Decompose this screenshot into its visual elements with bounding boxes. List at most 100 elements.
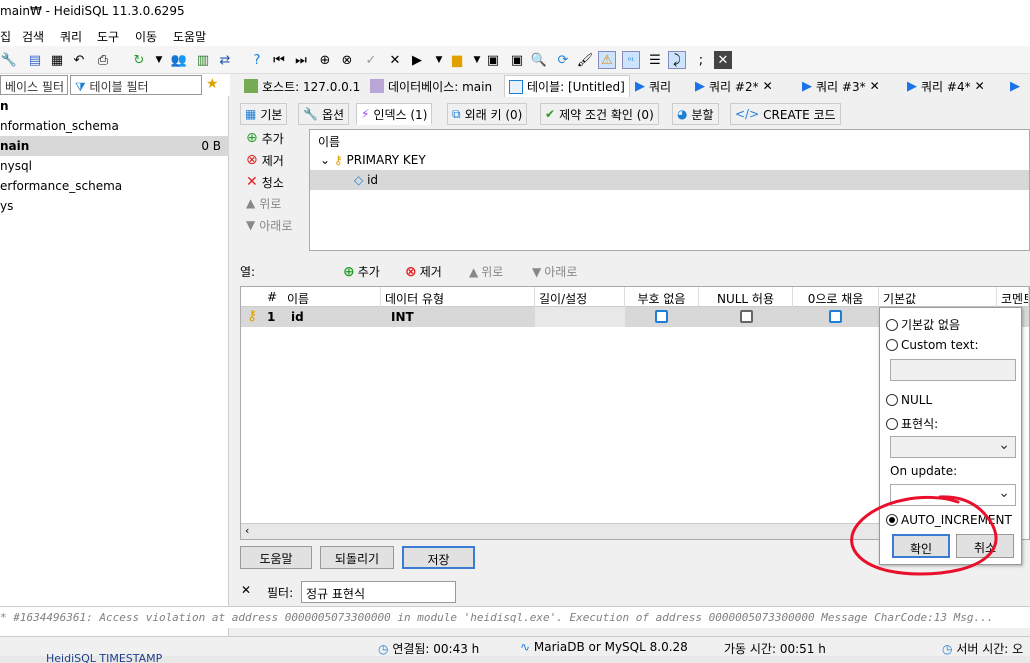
tab-query-3[interactable]: ▶ 쿼리 #3* ✕ (798, 75, 884, 97)
index-remove-button[interactable]: ⊗ 제거 (246, 150, 284, 170)
warning-icon[interactable]: ⚠ (598, 51, 616, 69)
header-zerofill[interactable]: 0으로 채움 (793, 287, 879, 307)
run-icon[interactable]: ▶ (408, 51, 426, 69)
header-number[interactable]: # (263, 287, 283, 307)
save-icon[interactable]: ▣ (484, 51, 502, 69)
help-button[interactable]: 도움말 (240, 546, 312, 569)
tree-item-mysql[interactable]: nysql (0, 156, 229, 176)
scroll-left-icon[interactable]: ‹ (245, 524, 249, 537)
connect-icon[interactable]: 🔧 (0, 51, 18, 69)
check-icon[interactable]: ✓ (362, 51, 380, 69)
dropdown-arrow-icon[interactable]: ▼ (150, 51, 168, 69)
menu-query[interactable]: 쿼리 (60, 28, 82, 45)
remove-icon[interactable]: ⊗ (338, 51, 356, 69)
allow-null-checkbox[interactable] (740, 310, 753, 323)
lines-icon[interactable]: ☰ (646, 51, 664, 69)
format-icon[interactable]: 🖌 (576, 51, 594, 69)
header-comment[interactable]: 코멘트 (997, 287, 1029, 307)
cancel-icon[interactable]: ✕ (386, 51, 404, 69)
tab-query-4[interactable]: ▶ 쿼리 #4* ✕ (903, 75, 989, 97)
save-button[interactable]: 저장 (402, 546, 475, 569)
expression-select[interactable]: ⌄ (890, 436, 1016, 458)
index-tree[interactable]: 이름 ⌄ ⚷ PRIMARY KEY ◇ id (309, 129, 1030, 251)
transfer-icon[interactable]: ⇄ (216, 51, 234, 69)
custom-text-input[interactable] (890, 359, 1016, 381)
table-filter-input[interactable]: ⧩ 테이블 필터 (70, 75, 202, 95)
index-up-button[interactable]: ▲ 위로 (246, 193, 281, 213)
first-icon[interactable]: ⏮ (270, 51, 288, 69)
menu-search[interactable]: 검색 (22, 28, 44, 45)
tab-query-2[interactable]: ▶ 쿼리 #2* ✕ (691, 75, 777, 97)
tab-options[interactable]: 🔧 옵션 (298, 103, 350, 125)
header-default[interactable]: 기본값 (879, 287, 997, 307)
star-icon[interactable]: ★ (206, 76, 219, 92)
index-clear-button[interactable]: ✕ 청소 (246, 172, 284, 192)
header-unsigned[interactable]: 부호 없음 (625, 287, 699, 307)
tab-query[interactable]: ▶ 쿼리 (631, 75, 675, 97)
tab-basic[interactable]: ▦ 기본 (240, 103, 288, 125)
radio-no-default[interactable]: 기본값 없음 (886, 316, 960, 333)
tab-partitions[interactable]: ◕ 분할 (672, 103, 719, 125)
column-down-button[interactable]: ▼ 아래로 (532, 263, 577, 280)
column-remove-button[interactable]: ⊗ 제거 (405, 263, 442, 280)
index-primary-key[interactable]: ⌄ ⚷ PRIMARY KEY (310, 150, 1029, 170)
tree-item-information-schema[interactable]: nformation_schema (0, 116, 229, 136)
replace-icon[interactable]: ⟳ (554, 51, 572, 69)
radio-expression[interactable]: 표현식: (886, 415, 938, 432)
index-column-id[interactable]: ◇ id (310, 170, 1029, 190)
export-icon[interactable]: ▥ (194, 51, 212, 69)
radio-null[interactable]: NULL (886, 393, 932, 407)
tab-foreign-keys[interactable]: ⧉ 외래 키 (0) (447, 103, 528, 125)
horizontal-scrollbar[interactable]: ‹ (241, 523, 881, 539)
header-data-type[interactable]: 데이터 유형 (381, 287, 535, 307)
semicolon-icon[interactable]: ; (692, 51, 710, 69)
menu-help[interactable]: 도움말 (173, 28, 206, 45)
tab-database[interactable]: 데이터베이스: main (366, 75, 496, 97)
close-filter-icon[interactable]: ✕ (241, 583, 251, 597)
tab-host[interactable]: 호스트: 127.0.0.1 (240, 75, 364, 97)
tree-item-main[interactable]: nain 0 B (0, 136, 229, 156)
find-icon[interactable]: 🔍 (530, 51, 548, 69)
close-icon[interactable]: ✕ (870, 79, 880, 93)
tab-overflow[interactable]: ▶ (1006, 75, 1024, 97)
close-icon[interactable]: ✕ (975, 79, 985, 93)
header-length[interactable]: 길이/설정 (535, 287, 625, 307)
close-tab-icon[interactable]: ✕ (714, 51, 732, 69)
folder-icon[interactable]: ▆ (448, 51, 466, 69)
column-add-button[interactable]: ⊕ 추가 (343, 263, 380, 280)
tree-item-sys[interactable]: ys (0, 196, 229, 216)
tab-check-constraints[interactable]: ✔ 제약 조건 확인 (0) (540, 103, 659, 125)
menu-tools[interactable]: 도구 (97, 28, 119, 45)
tab-create-code[interactable]: </> CREATE 코드 (730, 103, 841, 125)
add-icon[interactable]: ⊕ (316, 51, 334, 69)
zerofill-checkbox[interactable] (829, 310, 842, 323)
menu-go[interactable]: 이동 (135, 28, 157, 45)
row-data-type[interactable]: INT (387, 307, 418, 327)
last-icon[interactable]: ⏭ (292, 51, 310, 69)
print-icon[interactable]: ⎙ (94, 51, 112, 69)
help-icon[interactable]: ? (248, 51, 266, 69)
tree-item-performance-schema[interactable]: erformance_schema (0, 176, 229, 196)
header-allow-null[interactable]: NULL 허용 (699, 287, 793, 307)
column-up-button[interactable]: ▲ 위로 (469, 263, 503, 280)
users-icon[interactable]: 👥 (170, 51, 188, 69)
run-dropdown-icon[interactable]: ▼ (430, 51, 448, 69)
undo-icon[interactable]: ↶ (70, 51, 88, 69)
index-down-button[interactable]: ▼ 아래로 (246, 215, 292, 235)
menu-file[interactable]: 집 (0, 28, 11, 45)
revert-button[interactable]: 되돌리기 (320, 546, 394, 569)
copy-icon[interactable]: ▤ (26, 51, 44, 69)
database-filter-input[interactable]: 베이스 필터 (0, 75, 68, 95)
radio-custom-text[interactable]: Custom text: (886, 338, 979, 352)
tree-item-root[interactable]: n (0, 96, 229, 116)
save-alt-icon[interactable]: ▣ (508, 51, 526, 69)
unsigned-checkbox[interactable] (655, 310, 668, 323)
close-icon[interactable]: ✕ (763, 79, 773, 93)
row-length[interactable] (535, 307, 625, 327)
binary-icon[interactable]: ⁰¹ (622, 51, 640, 69)
tab-table[interactable]: 테이블: [Untitled] (504, 75, 630, 97)
paste-icon[interactable]: ▦ (48, 51, 66, 69)
index-add-button[interactable]: ⊕ 추가 (246, 128, 284, 148)
refresh-icon[interactable]: ↻ (130, 51, 148, 69)
header-name[interactable]: 이름 (283, 287, 381, 307)
